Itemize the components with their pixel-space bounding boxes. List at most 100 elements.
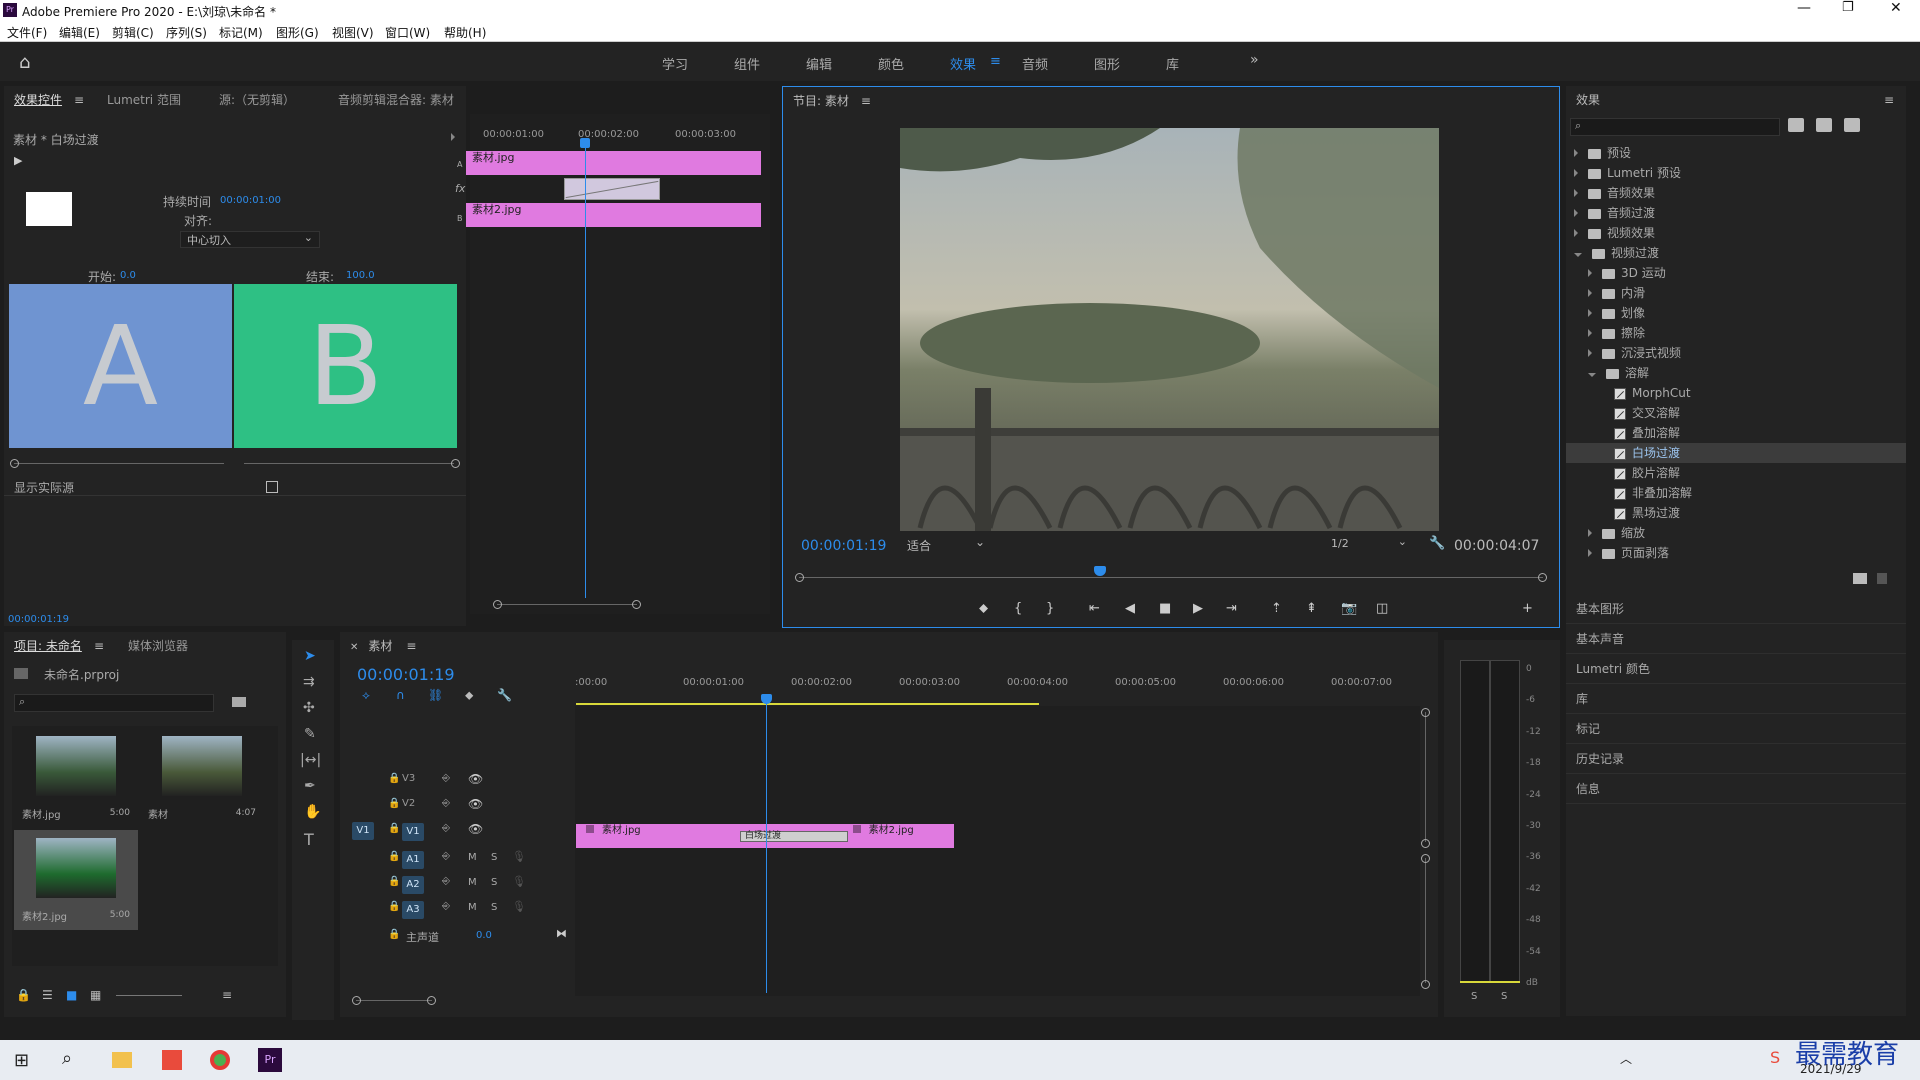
effects-folder[interactable]: 划像 <box>1566 303 1906 323</box>
duration-value[interactable]: 00:00:01:00 <box>220 195 281 206</box>
sync-lock-icon[interactable]: ⎆ <box>442 901 450 912</box>
chevron-right-icon[interactable] <box>1574 149 1578 157</box>
ec-clip-b[interactable]: 素材2.jpg <box>466 203 761 227</box>
track-label[interactable]: V2 <box>402 798 415 809</box>
video-vertical-scrollbar[interactable] <box>1421 708 1431 848</box>
source-patch-v1[interactable]: V1 <box>352 822 374 840</box>
windows-start-icon[interactable]: ⊞ <box>14 1050 29 1071</box>
effects-search-input[interactable]: ⌕ <box>1570 118 1780 136</box>
timeline-settings-icon[interactable]: 🔧 <box>497 688 512 702</box>
chevron-down-icon[interactable] <box>1588 373 1596 377</box>
effects-folder[interactable]: 视频效果 <box>1566 223 1906 243</box>
panel-menu-icon[interactable]: ≡ <box>406 639 416 653</box>
project-item[interactable]: 素材.jpg 5:00 <box>14 728 138 828</box>
collapsed-panel-header[interactable]: 基本图形 <box>1566 594 1906 624</box>
workspace-tab[interactable]: 库 <box>1166 54 1179 73</box>
voiceover-icon[interactable]: 🎙 <box>512 850 526 863</box>
mute-button[interactable]: M <box>468 877 477 888</box>
effects-folder[interactable]: 视频过渡 <box>1566 243 1906 263</box>
32bit-effects-icon[interactable] <box>1816 118 1832 132</box>
collapsed-panel-header[interactable]: 库 <box>1566 684 1906 714</box>
add-marker-icon[interactable]: ⬥ <box>979 601 988 616</box>
add-marker-icon[interactable]: ⬥ <box>465 688 473 703</box>
project-tab[interactable]: 媒体浏览器 <box>128 632 188 660</box>
effect-item[interactable]: 黑场过渡 <box>1566 503 1906 523</box>
tray-chevron-icon[interactable]: ︿ <box>1620 1050 1632 1067</box>
chevron-right-icon[interactable] <box>1588 329 1592 337</box>
workspace-tab[interactable]: 效果 <box>950 54 976 73</box>
maximize-button[interactable]: ❐ <box>1842 0 1854 15</box>
freeform-view-icon[interactable]: ▦ <box>90 988 101 1002</box>
timeline-horizontal-scrollbar[interactable] <box>352 996 436 1006</box>
chevron-right-icon[interactable] <box>1574 229 1578 237</box>
stop-icon[interactable]: ■ <box>1159 601 1171 616</box>
effect-item[interactable]: 叠加溶解 <box>1566 423 1906 443</box>
nest-icon[interactable]: ⟡ <box>362 688 370 703</box>
list-view-icon[interactable]: ☰ <box>42 988 53 1002</box>
track-label[interactable]: A2 <box>402 876 424 894</box>
sequence-tab[interactable]: 素材 <box>368 639 392 653</box>
track-lock-icon[interactable]: 🔒 <box>388 876 400 887</box>
selection-tool-icon[interactable]: ➤ <box>304 648 316 664</box>
razor-tool-icon[interactable]: ✎ <box>304 726 316 742</box>
ec-transition-block[interactable] <box>564 178 660 200</box>
effect-item[interactable]: MorphCut <box>1566 383 1906 403</box>
track-lock-icon[interactable]: 🔒 <box>388 929 400 940</box>
sync-lock-icon[interactable]: ⎆ <box>442 876 450 887</box>
show-actual-sources-checkbox[interactable] <box>266 481 278 493</box>
solo-right-button[interactable]: S <box>1501 991 1507 1002</box>
menu-item[interactable]: 编辑(E) <box>59 24 100 41</box>
more-workspaces-icon[interactable]: » <box>1250 52 1259 68</box>
new-bin-icon[interactable] <box>1853 573 1867 584</box>
menu-item[interactable]: 文件(F) <box>7 24 47 41</box>
collapsed-panel-header[interactable]: 标记 <box>1566 714 1906 744</box>
lock-icon[interactable]: 🔒 <box>16 988 31 1002</box>
collapsed-panel-header[interactable]: 基本声音 <box>1566 624 1906 654</box>
home-icon[interactable]: ⌂ <box>19 52 30 73</box>
solo-button[interactable]: S <box>491 852 497 863</box>
solo-button[interactable]: S <box>491 877 497 888</box>
mark-in-icon[interactable]: { <box>1014 601 1022 616</box>
fit-dropdown[interactable]: 适合 ⌄ <box>907 535 989 555</box>
project-search-input[interactable]: ⌕ <box>14 694 214 712</box>
track-select-tool-icon[interactable]: ⇉ <box>303 674 315 690</box>
menu-item[interactable]: 帮助(H) <box>444 24 486 41</box>
chevron-right-icon[interactable] <box>1588 529 1592 537</box>
effects-folder[interactable]: 音频过渡 <box>1566 203 1906 223</box>
linked-selection-icon[interactable]: ⛓ <box>428 688 443 702</box>
end-value[interactable]: 100.0 <box>346 270 375 281</box>
search-icon[interactable]: ⌕ <box>62 1048 72 1069</box>
workspace-tab[interactable]: 音频 <box>1022 54 1048 73</box>
effect-item[interactable]: 白场过渡 <box>1566 443 1906 463</box>
panel-menu-icon[interactable]: ≡ <box>94 632 104 660</box>
track-label[interactable]: A1 <box>402 851 424 869</box>
workspace-menu-icon[interactable]: ≡ <box>990 54 1001 69</box>
menu-item[interactable]: 视图(V) <box>332 24 374 41</box>
chevron-right-icon[interactable] <box>1588 349 1592 357</box>
panel-menu-icon[interactable]: ≡ <box>1884 86 1894 114</box>
chevron-right-icon[interactable] <box>1588 309 1592 317</box>
pen-tool-icon[interactable]: ✒ <box>304 778 316 794</box>
effects-folder[interactable]: 溶解 <box>1566 363 1906 383</box>
ime-icon[interactable]: S <box>1770 1048 1780 1067</box>
effect-item[interactable]: 非叠加溶解 <box>1566 483 1906 503</box>
ec-clip-a[interactable]: 素材.jpg <box>466 151 761 175</box>
ec-tab[interactable]: Lumetri 范围 <box>107 86 181 114</box>
start-value[interactable]: 0.0 <box>120 270 136 281</box>
yuv-effects-icon[interactable] <box>1844 118 1860 132</box>
sync-lock-icon[interactable]: ⎆ <box>442 851 450 862</box>
zoom-slider[interactable] <box>116 995 182 996</box>
collapsed-panel-header[interactable]: 信息 <box>1566 774 1906 804</box>
track-lock-icon[interactable]: 🔒 <box>388 773 400 784</box>
project-item[interactable]: 素材2.jpg 5:00 <box>14 830 138 930</box>
sync-lock-icon[interactable]: ⎆ <box>442 798 450 809</box>
sync-lock-icon[interactable]: ⎆ <box>442 773 450 784</box>
effects-folder[interactable]: 页面剥落 <box>1566 543 1906 563</box>
mute-button[interactable]: M <box>468 902 477 913</box>
ec-playhead-handle[interactable] <box>580 138 590 148</box>
solo-left-button[interactable]: S <box>1471 991 1477 1002</box>
project-item[interactable]: 素材 4:07 <box>140 728 264 828</box>
ec-tab[interactable]: 音频剪辑混合器: 素材 <box>338 86 454 114</box>
quality-dropdown[interactable]: 1/2 ⌄ <box>1331 535 1411 555</box>
workspace-tab[interactable]: 组件 <box>734 54 760 73</box>
